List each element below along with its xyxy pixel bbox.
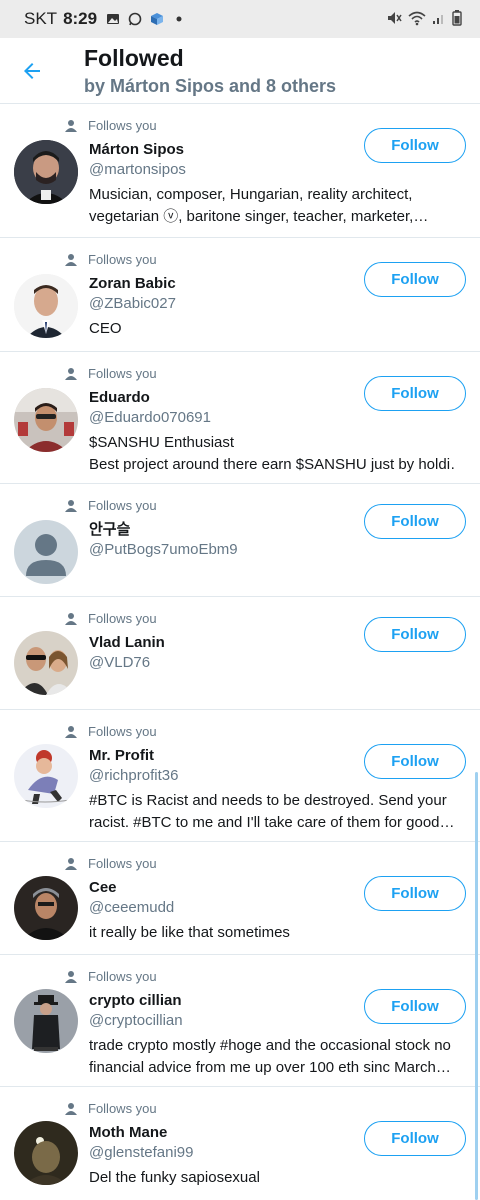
- follow-button[interactable]: Follow: [364, 1121, 466, 1156]
- user-row[interactable]: Follows you Moth Mane @glenstefani99 Del…: [0, 1087, 480, 1200]
- avatar[interactable]: [14, 876, 78, 940]
- page-header: Followed by Márton Sipos and 8 others: [0, 38, 480, 104]
- user-handle: @Eduardo070691: [89, 409, 211, 426]
- whatsapp-icon: [127, 11, 143, 27]
- user-row[interactable]: Follows you 안구슬 @PutBogs7umoEbm9 Follow: [0, 484, 480, 597]
- person-icon: [65, 499, 77, 512]
- user-row[interactable]: Follows you Márton Sipos @martonsipos Mu…: [0, 104, 480, 238]
- follow-button[interactable]: Follow: [364, 876, 466, 911]
- follow-button[interactable]: Follow: [364, 744, 466, 779]
- avatar[interactable]: [14, 989, 78, 1053]
- user-handle: @martonsipos: [89, 161, 186, 178]
- user-bio: Musician, composer, Hungarian, reality a…: [89, 186, 414, 225]
- avatar[interactable]: [14, 1121, 78, 1185]
- follow-button[interactable]: Follow: [364, 989, 466, 1024]
- user-row[interactable]: Follows you Vlad Lanin @VLD76 Follow: [0, 597, 480, 710]
- default-avatar-icon[interactable]: [14, 520, 78, 584]
- gallery-icon: [105, 11, 121, 27]
- person-icon: [65, 725, 77, 738]
- person-icon: [65, 1102, 77, 1115]
- signal-icon: [432, 11, 446, 28]
- follows-you-label: Follows you: [64, 366, 157, 381]
- person-icon: [65, 857, 77, 870]
- avatar[interactable]: [14, 274, 78, 338]
- follows-you-label: Follows you: [64, 856, 157, 871]
- avatar[interactable]: [14, 631, 78, 695]
- user-handle: @PutBogs7umoEbm9: [89, 541, 238, 558]
- avatar[interactable]: [14, 744, 78, 808]
- arrow-left-icon: [24, 62, 40, 79]
- user-row[interactable]: Follows you Eduardo @Eduardo070691 $SANS…: [0, 352, 480, 484]
- page-subtitle: by Márton Sipos and 8 others: [84, 75, 337, 96]
- user-row[interactable]: Follows you Cee @ceeemudd it really be l…: [0, 842, 480, 955]
- avatar[interactable]: [14, 140, 78, 204]
- user-handle: @ZBabic027: [89, 295, 176, 312]
- user-handle: @VLD76: [89, 654, 151, 671]
- follow-button[interactable]: Follow: [364, 504, 466, 539]
- follows-you-label: Follows you: [64, 724, 157, 739]
- follows-you-label: Follows you: [64, 498, 157, 513]
- user-bio: $SANSHU Enthusiast Best project around t…: [89, 432, 464, 476]
- battery-icon: [452, 9, 462, 29]
- back-button[interactable]: [0, 59, 84, 83]
- wifi-icon: [408, 10, 426, 29]
- vpn-icon: [149, 11, 165, 27]
- user-row[interactable]: Follows you Mr. Profit @richprofit36 #BT…: [0, 710, 480, 842]
- follow-button[interactable]: Follow: [364, 262, 466, 297]
- person-icon: [65, 970, 77, 983]
- mute-icon: [386, 10, 402, 29]
- follows-you-label: Follows you: [64, 1101, 157, 1116]
- user-bio: #BTC is Racist and needs to be destroyed…: [89, 792, 447, 831]
- follow-button[interactable]: Follow: [364, 128, 466, 163]
- follow-button[interactable]: Follow: [364, 617, 466, 652]
- page-title: Followed: [84, 44, 184, 71]
- user-bio: it really be like that sometimes: [89, 924, 290, 941]
- avatar[interactable]: [14, 388, 78, 452]
- status-bar: SKT 8:29: [0, 0, 480, 38]
- follows-you-label: Follows you: [64, 118, 157, 133]
- user-bio: Del the funky sapiosexual: [89, 1169, 260, 1186]
- dot-icon: [171, 11, 187, 27]
- user-list: Follows you Márton Sipos @martonsipos Mu…: [0, 104, 480, 1200]
- user-bio: CEO: [89, 320, 122, 337]
- user-bio: trade crypto mostly #hoge and the occasi…: [89, 1037, 451, 1076]
- scrollbar[interactable]: [475, 772, 478, 1200]
- user-row[interactable]: Follows you Zoran Babic @ZBabic027 CEO F…: [0, 238, 480, 352]
- person-icon: [65, 367, 77, 380]
- user-row[interactable]: Follows you crypto cillian @cryptocillia…: [0, 955, 480, 1087]
- person-icon: [65, 253, 77, 266]
- status-time: 8:29: [63, 9, 98, 28]
- person-icon: [65, 119, 77, 132]
- user-bio-line: $SANSHU Enthusiast: [89, 434, 235, 451]
- carrier: SKT: [24, 9, 58, 28]
- follows-you-label: Follows you: [64, 252, 157, 267]
- follows-you-label: Follows you: [64, 969, 157, 984]
- follows-you-label: Follows you: [64, 611, 157, 626]
- person-icon: [65, 612, 77, 625]
- user-bio-line: Best project around there earn $SANSHU j…: [89, 456, 456, 473]
- follow-button[interactable]: Follow: [364, 376, 466, 411]
